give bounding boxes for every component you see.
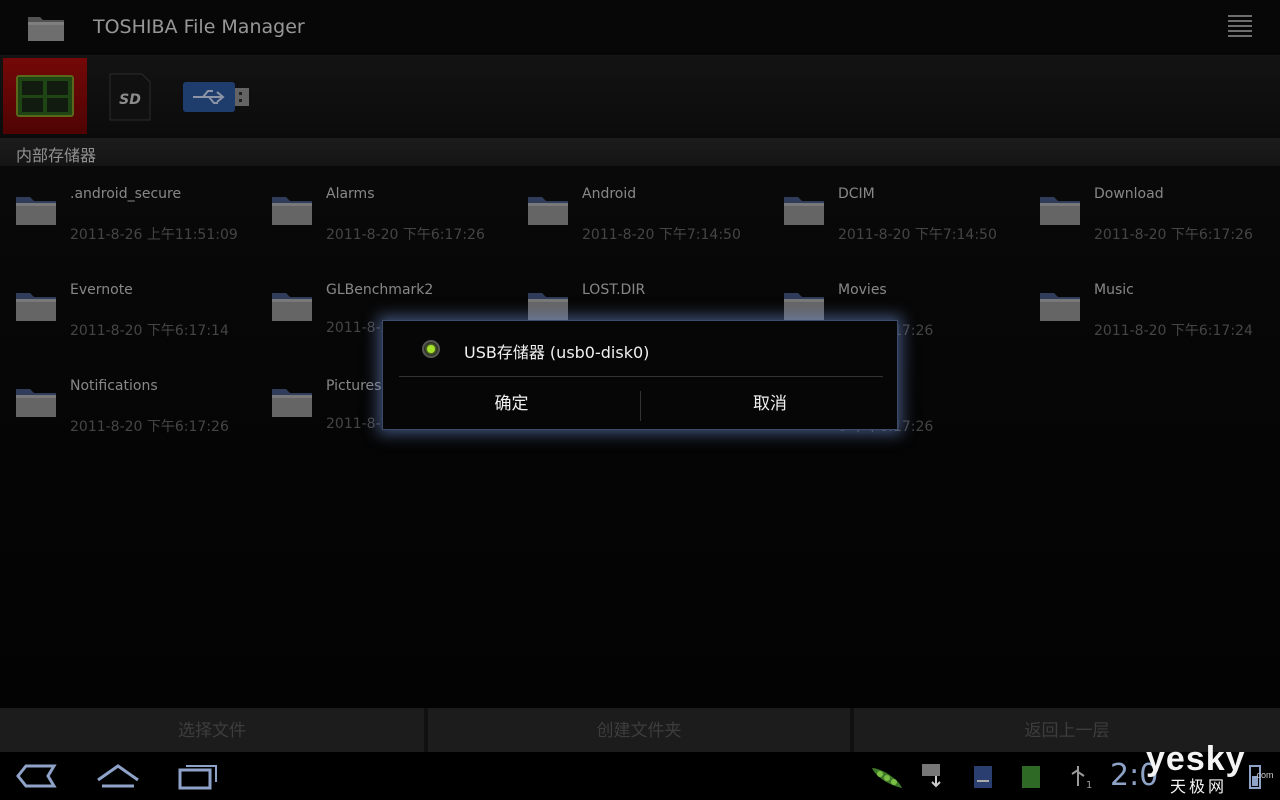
cancel-button[interactable]: 取消 <box>641 377 899 431</box>
yesky-watermark: yesky 天极网 .com <box>1146 740 1274 797</box>
usb-storage-option[interactable]: USB存储器 (usb0-disk0) <box>383 321 899 377</box>
download-queue-icon[interactable] <box>920 762 948 790</box>
usb-storage-option-label: USB存储器 (usb0-disk0) <box>464 343 650 362</box>
sd-card-status-icon[interactable] <box>972 762 994 790</box>
system-bar: 1 2:0 <box>0 752 1280 800</box>
usb-status-icon[interactable]: 1 <box>1066 762 1094 790</box>
file-manager-app: TOSHIBA File Manager SD 内部存储器 .android_s… <box>0 0 1280 752</box>
home-icon[interactable] <box>92 760 144 792</box>
back-icon[interactable] <box>12 760 64 792</box>
storage-choice-dialog: USB存储器 (usb0-disk0) 确定 取消 <box>382 320 898 430</box>
usb-count: 1 <box>1086 780 1092 790</box>
storage-status-icon[interactable] <box>1020 762 1042 790</box>
recent-apps-icon[interactable] <box>172 760 224 792</box>
ok-button[interactable]: 确定 <box>383 377 640 431</box>
radio-button[interactable] <box>422 340 440 358</box>
peapod-icon[interactable] <box>870 762 904 790</box>
watermark-suffix: .com <box>1254 770 1274 780</box>
